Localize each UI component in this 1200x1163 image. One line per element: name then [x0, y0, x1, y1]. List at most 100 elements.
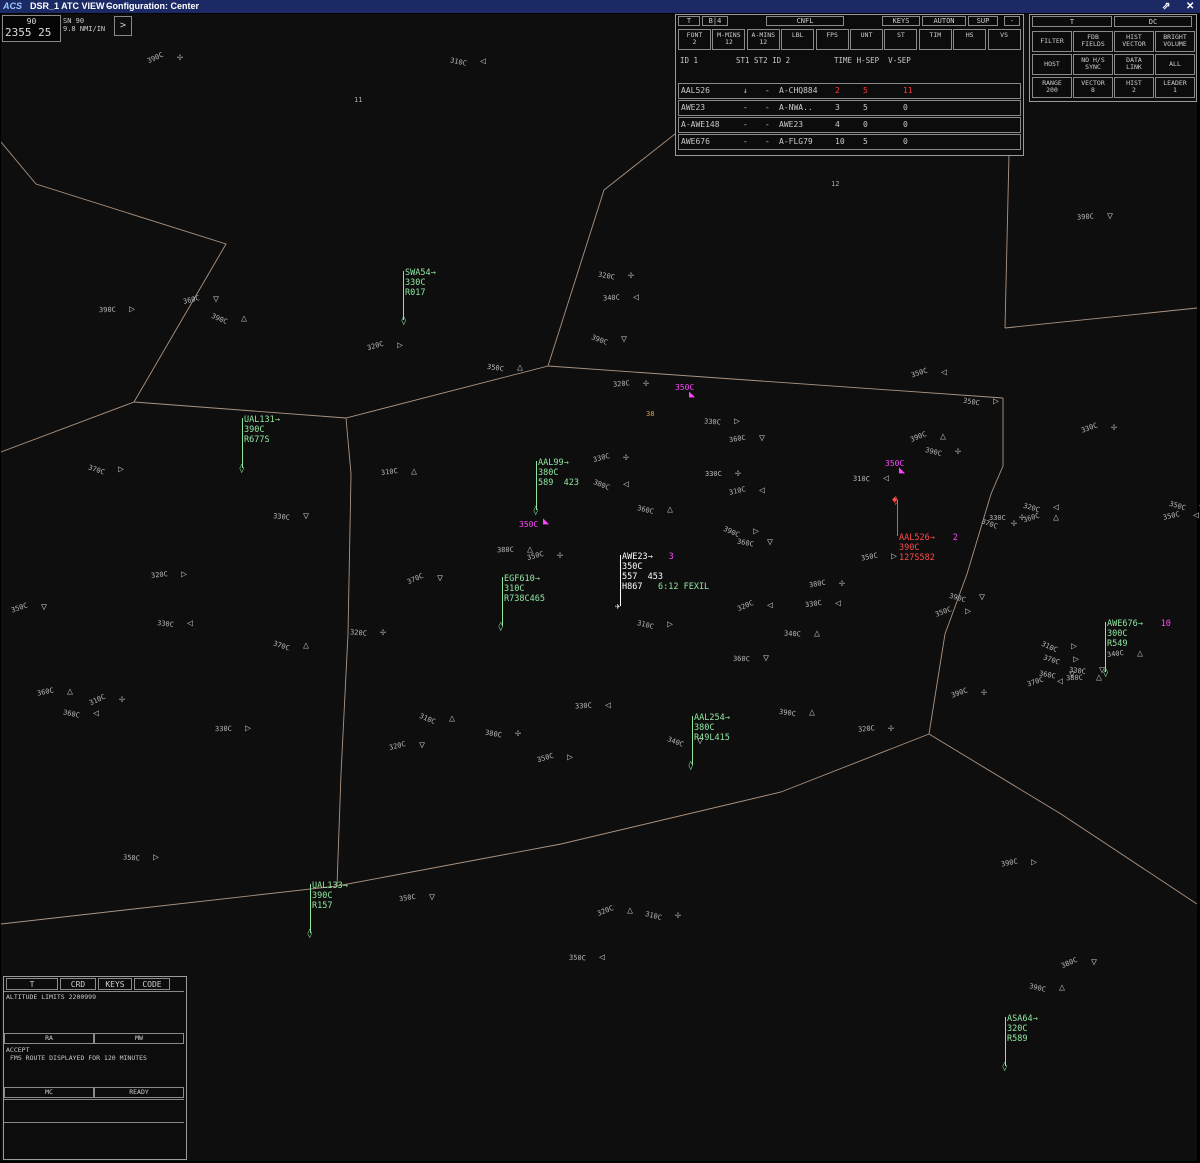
cnfl-button-hs[interactable]: HS: [953, 29, 987, 50]
col-st: ST1 ST2 ID 2: [736, 56, 791, 65]
altitude-tag[interactable]: 330C: [704, 417, 721, 426]
target-symbol-icon[interactable]: ◊: [239, 464, 244, 474]
full-datablock[interactable]: ASA64→ 320C R589: [1007, 1014, 1038, 1044]
target-symbol-icon[interactable]: ◊: [688, 761, 693, 771]
dc-button-all[interactable]: ALL: [1155, 54, 1195, 75]
cnfl-tab-1[interactable]: B|4: [702, 16, 728, 26]
dc-button-fdb[interactable]: FDB FIELDS: [1073, 31, 1113, 52]
dc-button-nohs[interactable]: NO H/S SYNC: [1073, 54, 1113, 75]
full-datablock[interactable]: UAL133→ 390C R157: [312, 881, 348, 911]
target-symbol-icon[interactable]: ◊: [533, 506, 538, 516]
datablock-line: H867: [622, 582, 643, 592]
cnfl-button-unt[interactable]: UNT: [850, 29, 883, 50]
dc-button-hist[interactable]: HIST 2: [1114, 77, 1154, 98]
dc-button-vector[interactable]: VECTOR 8: [1073, 77, 1113, 98]
aircraft-icon[interactable]: ✈: [615, 602, 620, 612]
aircraft-icon: ▽: [1091, 957, 1098, 968]
dc-button-bottom: 1: [1173, 86, 1177, 94]
altitude-tag[interactable]: 320C: [350, 628, 367, 637]
cnfl-tab-2[interactable]: CNFL: [766, 16, 844, 26]
mca-tab-keys[interactable]: KEYS: [98, 978, 132, 990]
altitude-tag[interactable]: 390C: [99, 306, 116, 314]
altitude-tag[interactable]: 330C: [989, 514, 1006, 522]
aircraft-icon: △: [1059, 982, 1066, 993]
cnfl-tab-5[interactable]: SUP: [968, 16, 998, 26]
cnfl-button-font[interactable]: FONT 2: [678, 29, 711, 50]
aircraft-icon: △: [449, 713, 456, 724]
conflict-id2: A-CHQ884: [779, 86, 818, 95]
altitude-tag[interactable]: 350C: [569, 954, 586, 963]
aircraft-icon: ▽: [767, 537, 774, 548]
cnfl-button-tim[interactable]: TIM: [918, 29, 952, 50]
mca-tab-crd[interactable]: CRD: [60, 978, 96, 990]
datablock-line: SWA54→: [405, 268, 436, 278]
radar-scope[interactable]: 90 2355 25 SN 90 9.8 NMI/IN > T B|4 CNFL KE…: [1, 14, 1200, 1161]
cnfl-button-lbl[interactable]: LBL: [781, 29, 815, 50]
altitude-tag[interactable]: 330C: [575, 702, 592, 711]
cnfl-tab-0[interactable]: T: [678, 16, 700, 26]
full-datablock[interactable]: SWA54→ 330C R017: [405, 268, 436, 298]
full-datablock[interactable]: AAL526→ 390C 127S582: [899, 533, 935, 563]
altitude-tag[interactable]: 330C: [705, 470, 722, 478]
dc-button-range[interactable]: RANGE 200: [1032, 77, 1072, 98]
target-symbol-icon[interactable]: ◊: [1002, 1062, 1007, 1072]
dc-button-data[interactable]: DATA LINK: [1114, 54, 1154, 75]
altitude-tag[interactable]: 380C: [1066, 674, 1083, 683]
datablock-line: AAL99→: [538, 458, 569, 468]
leader-line: [1005, 1017, 1006, 1066]
dc-tab-1[interactable]: DC: [1114, 16, 1192, 27]
altitude-tag[interactable]: 340C: [603, 294, 620, 303]
mca-input-area[interactable]: ALTITUDE LIMITS 2200999: [4, 991, 184, 1031]
cnfl-button-vs[interactable]: VS: [987, 29, 1021, 50]
full-datablock[interactable]: UAL131→ 390C R677S: [244, 415, 280, 445]
cnfl-button-fps[interactable]: FPS: [815, 29, 849, 50]
close-window-icon[interactable]: ✕: [1186, 0, 1194, 13]
expand-button[interactable]: >: [114, 16, 132, 36]
conflict-row[interactable]: AWE676 - - A-FLG79 10 5 0: [678, 134, 1021, 150]
cnfl-button-a-mins[interactable]: A-MINS 12: [746, 29, 780, 50]
full-datablock[interactable]: AAL99→ 380C 589 423: [538, 458, 579, 488]
conflict-row[interactable]: AWE23 - - A-NWA.. 3 5 0: [678, 100, 1021, 116]
dc-tab-0[interactable]: T: [1032, 16, 1112, 27]
mca-tab-code[interactable]: CODE: [134, 978, 170, 990]
altitude-tag[interactable]: 350C: [123, 853, 140, 862]
aircraft-icon: ▷: [753, 526, 760, 537]
full-datablock[interactable]: EGF610→ 310C R738C465: [504, 574, 545, 604]
altitude-tag[interactable]: 380C: [497, 546, 514, 555]
altitude-tag[interactable]: 390C: [1077, 212, 1094, 221]
cnfl-button-st[interactable]: ST: [884, 29, 918, 50]
cnfl-tab-4[interactable]: AUTON: [922, 16, 966, 26]
altitude-tag[interactable]: 360C: [733, 655, 750, 663]
full-datablock[interactable]: AWE23→ 350C 557 453 H867: [622, 552, 663, 592]
conflict-target-icon[interactable]: ◆: [892, 495, 897, 505]
cnfl-tab-3[interactable]: KEYS: [882, 16, 920, 26]
target-symbol-icon[interactable]: ◊: [498, 622, 503, 632]
altitude-tag[interactable]: 310C: [853, 475, 870, 484]
altitude-tag[interactable]: 340C: [784, 630, 801, 639]
dc-button-hist[interactable]: HIST VECTOR: [1114, 31, 1154, 52]
full-datablock[interactable]: AWE676→ 300C R549: [1107, 619, 1143, 649]
conflict-row[interactable]: AAL526 ↓ - A-CHQ884 2 5 11: [678, 83, 1021, 99]
dc-button-leader[interactable]: LEADER 1: [1155, 77, 1195, 98]
restore-window-icon[interactable]: ⇗: [1162, 0, 1170, 13]
aircraft-icon: ✢: [119, 694, 126, 705]
dc-button-bright[interactable]: BRIGHT VOLUME: [1155, 31, 1195, 52]
cnfl-tab-6[interactable]: -: [1004, 16, 1020, 26]
altitude-tag[interactable]: 330C: [215, 725, 232, 733]
altitude-tag[interactable]: 320C: [858, 724, 875, 733]
conflict-row[interactable]: A-AWE148 - - AWE23 4 0 0: [678, 117, 1021, 133]
pointout-tag[interactable]: 350C: [519, 520, 538, 529]
altitude-tag[interactable]: 320C: [613, 379, 630, 388]
conflict-time: 4: [835, 120, 840, 129]
dc-button-bottom: VOLUME: [1163, 40, 1187, 48]
target-symbol-icon[interactable]: ◊: [401, 316, 406, 326]
datablock-line: R738C465: [504, 594, 545, 604]
aircraft-icon: ▽: [697, 736, 704, 747]
dc-button-host[interactable]: HOST: [1032, 54, 1072, 75]
dc-button-filter[interactable]: FILTER: [1032, 31, 1072, 52]
window-titlebar: ACS DSR_1 ATC VIEW – Configuration: Cent…: [0, 0, 1200, 13]
cnfl-button-m-mins[interactable]: M-MINS 12: [712, 29, 746, 50]
target-symbol-icon[interactable]: ◊: [307, 929, 312, 939]
mca-tab-t[interactable]: T: [6, 978, 58, 990]
altitude-tag[interactable]: 330C: [273, 512, 291, 522]
